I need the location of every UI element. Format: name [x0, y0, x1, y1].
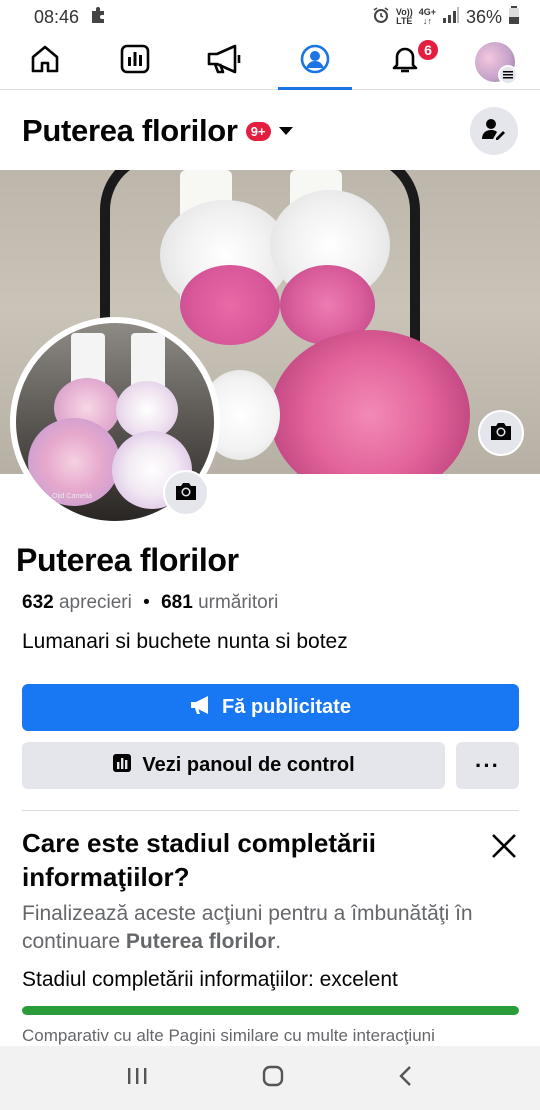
page-notifications-badge: 9+ [245, 121, 271, 141]
followers-label: urmăritori [198, 592, 279, 613]
home-icon [29, 43, 61, 80]
menu-icon [498, 64, 518, 85]
page-description: Lumanari si buchete nunta si botez [22, 630, 348, 653]
puzzle-icon [89, 5, 109, 30]
completion-card-title: Care este stadiul completării informaţii… [22, 828, 377, 892]
battery-level: 36% [465, 6, 502, 27]
dashboard-label: Vezi panoul de control [142, 754, 355, 776]
close-icon [491, 833, 517, 864]
alarm-icon [372, 6, 390, 29]
edit-profile-picture-button[interactable] [163, 470, 209, 516]
completion-card-subtitle: Finalizează aceste acţiuni pentru a îmbu… [22, 900, 512, 956]
subtitle-page-name: Puterea florilor [125, 930, 276, 953]
switch-profile-button[interactable] [470, 107, 518, 155]
nav-dashboard[interactable] [90, 34, 180, 89]
page-title[interactable]: Puterea florilor [22, 113, 238, 149]
stats-separator: • [143, 592, 150, 613]
top-nav: 6 [0, 34, 540, 90]
close-button[interactable] [488, 832, 520, 864]
network-label: 4G+ [418, 7, 436, 17]
chevron-down-icon[interactable] [278, 127, 293, 135]
followers-count: 681 [161, 592, 193, 613]
photo-watermark: Ojid Camelia [52, 493, 93, 500]
dashboard-icon [112, 753, 132, 779]
status-bar: 08:46 Vo)) LTE 4G+ ↓↑ 36% [0, 0, 540, 34]
notifications-badge: 6 [416, 38, 440, 62]
subtitle-suffix: . [275, 930, 282, 953]
edit-cover-button[interactable] [478, 410, 524, 456]
page-stats: 632 aprecieri • 681 urmăritori [22, 592, 278, 614]
camera-icon [174, 481, 198, 506]
dashboard-button[interactable]: Vezi panoul de control [22, 742, 445, 789]
battery-icon [508, 5, 520, 29]
cover-flower [180, 265, 280, 345]
volte-bottom: LTE [396, 16, 413, 26]
nav-ads[interactable] [180, 34, 270, 89]
nav-home[interactable] [0, 34, 90, 89]
nav-profile[interactable] [270, 34, 360, 90]
dashboard-icon [119, 43, 151, 80]
network-type: 4G+ ↓↑ [418, 7, 436, 26]
megaphone-icon [190, 695, 212, 721]
home-button[interactable] [261, 1064, 285, 1093]
nav-menu[interactable] [450, 34, 540, 89]
avatar [475, 41, 518, 85]
megaphone-icon [205, 43, 245, 80]
nav-notifications[interactable]: 6 [360, 34, 450, 89]
volte-indicator: Vo)) LTE [396, 8, 413, 26]
advertise-label: Fă publicitate [222, 696, 351, 718]
page-name: Puterea florilor [16, 542, 239, 578]
more-icon: ··· [475, 752, 500, 778]
status-time: 08:46 [34, 6, 80, 27]
signal-icon [442, 6, 460, 28]
divider [22, 810, 519, 811]
more-options-button[interactable]: ··· [456, 742, 519, 789]
completion-progress-bar [22, 1006, 519, 1015]
completion-status: Stadiul completării informaţiilor: excel… [22, 968, 398, 991]
advertise-button[interactable]: Fă publicitate [22, 684, 519, 731]
camera-icon [489, 421, 513, 446]
completion-progress-fill [22, 1006, 519, 1015]
system-nav-bar [0, 1046, 540, 1110]
back-button[interactable] [398, 1065, 414, 1092]
likes-label: aprecieri [58, 592, 132, 613]
recent-apps-button[interactable] [126, 1066, 148, 1091]
page-header: Puterea florilor 9+ [0, 91, 540, 171]
likes-count: 632 [22, 592, 54, 613]
completion-footer: Comparativ cu alte Pagini similare cu mu… [22, 1026, 435, 1045]
profile-icon [299, 43, 331, 80]
user-edit-icon [481, 116, 507, 147]
